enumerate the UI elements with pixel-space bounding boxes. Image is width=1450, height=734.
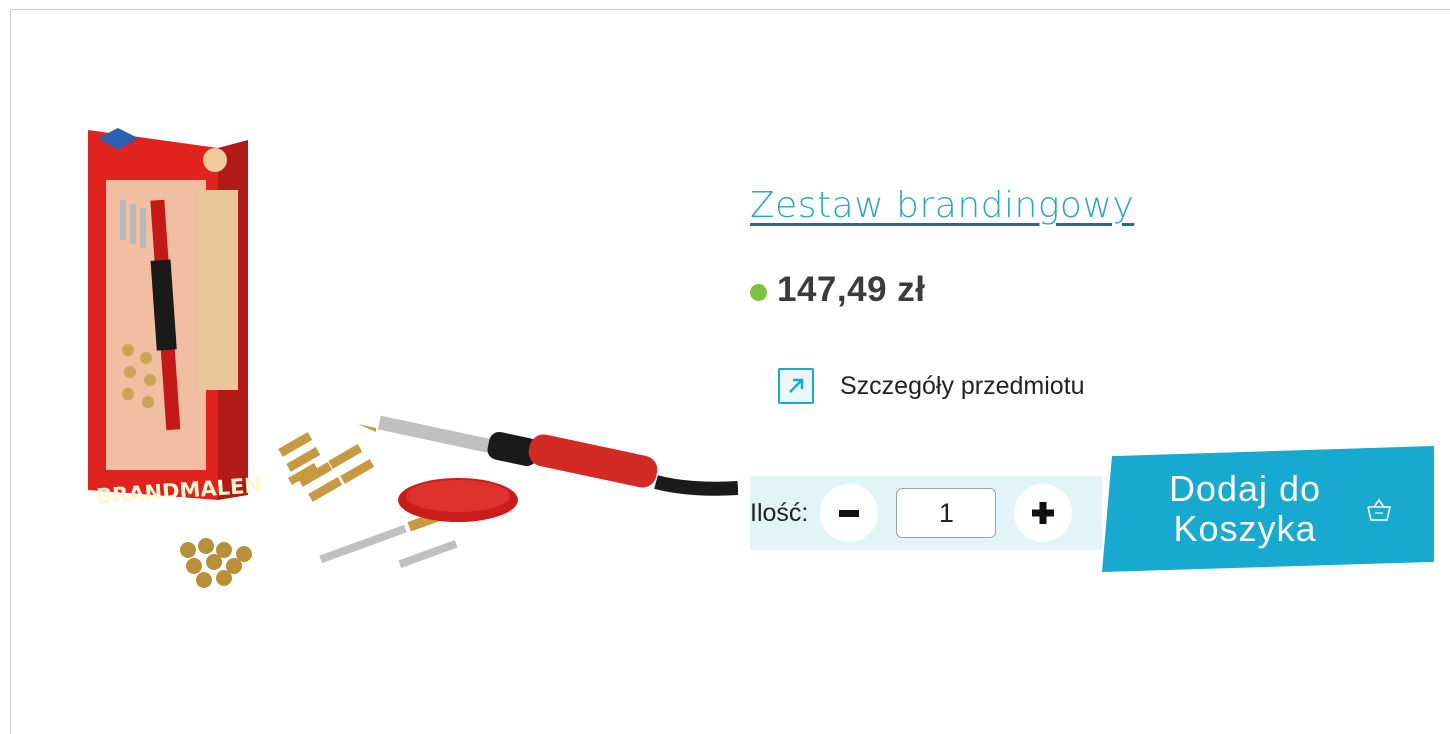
- quantity-increment-button[interactable]: [1014, 484, 1073, 542]
- price-row: 147,49 zł: [750, 270, 926, 310]
- external-link-icon: [778, 368, 814, 404]
- product-image[interactable]: BRANDMALEN: [58, 110, 738, 610]
- product-title-link[interactable]: Zestaw brandingowy: [750, 185, 1134, 226]
- minus-icon: [839, 510, 860, 517]
- product-price: 147,49 zł: [777, 270, 926, 309]
- quantity-input[interactable]: [896, 488, 997, 538]
- add-to-cart-button[interactable]: Dodaj do Koszyka: [1102, 446, 1434, 572]
- basket-icon: [1366, 498, 1392, 525]
- add-to-cart-label: Dodaj do Koszyka: [1168, 468, 1322, 549]
- plus-icon: [1032, 502, 1055, 524]
- product-details-link[interactable]: Szczegóły przedmiotu: [778, 368, 1085, 404]
- quantity-decrement-button[interactable]: [820, 484, 879, 542]
- quantity-selector: Ilość:: [750, 476, 1102, 550]
- product-photo-illustration: BRANDMALEN: [88, 128, 738, 588]
- details-label: Szczegóły przedmiotu: [840, 371, 1085, 400]
- quantity-label: Ilość:: [750, 498, 809, 527]
- availability-indicator: [750, 283, 767, 301]
